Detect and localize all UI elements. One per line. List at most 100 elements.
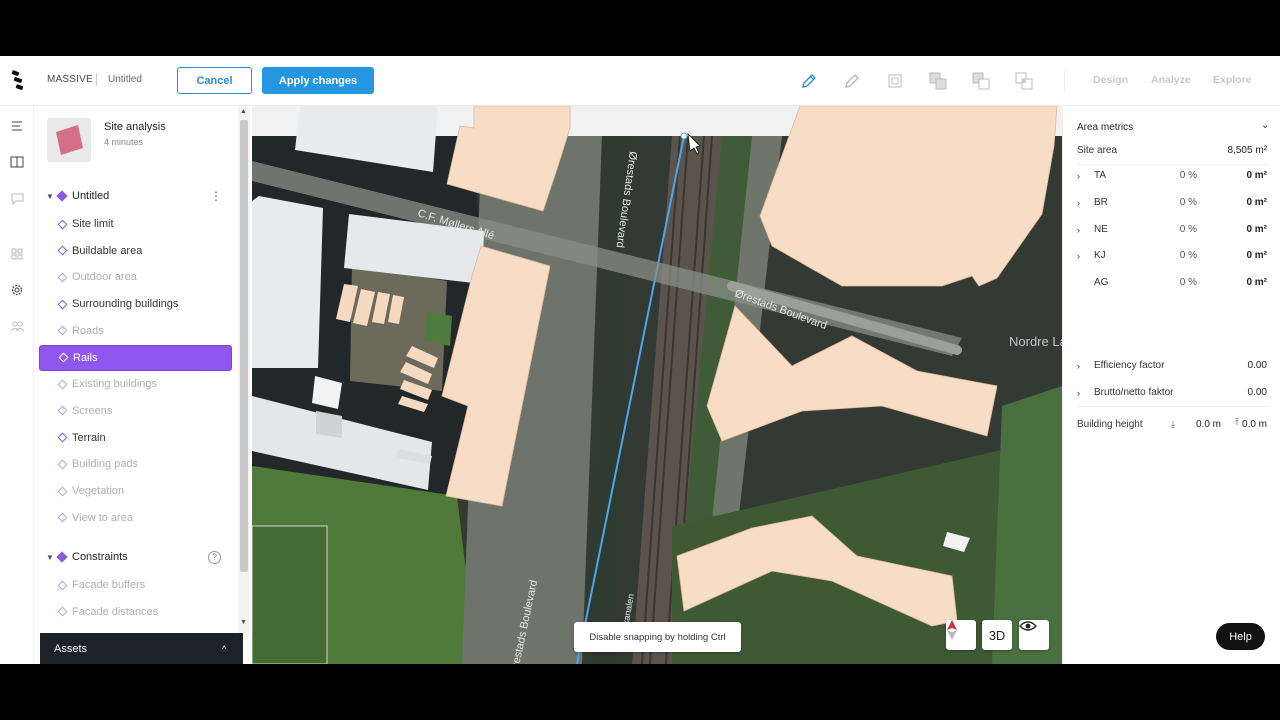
caret-down-icon[interactable]: ▼ — [46, 553, 54, 562]
pencil-icon[interactable] — [798, 70, 820, 92]
massive-logo-icon — [11, 70, 24, 90]
efficiency-label: Efficiency factor — [1094, 360, 1165, 371]
site-area-label: Site area — [1077, 145, 1118, 156]
more-options-icon[interactable]: ⋮ — [210, 189, 222, 203]
chevron-right-icon[interactable]: › — [1077, 388, 1080, 398]
metrics-title[interactable]: Area metrics — [1077, 122, 1133, 133]
layer-panel: Site analysis 4 minutes ▼ Untitled ⋮ Sit… — [34, 106, 238, 664]
metric-label: AG — [1094, 277, 1109, 289]
panel-scrollbar[interactable]: ▲ ▼ — [238, 106, 250, 633]
layer-item-vegetation[interactable]: Vegetation — [39, 478, 232, 504]
layer-label: Building pads — [72, 458, 139, 471]
site-thumbnail[interactable] — [47, 118, 91, 162]
layer-item-surrounding-buildings[interactable]: Surrounding buildings — [39, 291, 232, 317]
metric-value: 0 m² — [1246, 170, 1267, 181]
layer-item-buildable-area[interactable]: Buildable area — [39, 238, 232, 264]
group-constraints[interactable]: ▼ Constraints ? — [34, 544, 238, 570]
brutto-netto-value: 0.00 — [1247, 387, 1267, 398]
view-3d-button[interactable]: 3D — [982, 620, 1012, 650]
chevron-down-icon[interactable]: ⌄ — [1261, 120, 1269, 131]
site-title[interactable]: Site analysis — [104, 121, 166, 133]
chevron-right-icon[interactable]: › — [1077, 171, 1080, 181]
video-letterbox-top — [0, 0, 1280, 56]
group-untitled[interactable]: ▼ Untitled ⋮ — [34, 183, 238, 209]
tab-analyze[interactable]: Analyze — [1151, 74, 1191, 86]
icon-rail — [0, 106, 34, 664]
layer-item-view-to-area[interactable]: View to area — [39, 505, 232, 531]
union-icon[interactable] — [927, 70, 949, 92]
diamond-outline-icon — [57, 299, 68, 310]
chevron-right-icon[interactable]: › — [1077, 225, 1080, 235]
users-icon[interactable] — [9, 318, 25, 334]
diamond-outline-icon — [57, 272, 68, 283]
layer-item-facade-distances[interactable]: Facade distances — [39, 599, 232, 625]
diamond-outline-icon — [57, 486, 68, 496]
metric-percent: 0 % — [1179, 223, 1197, 235]
scroll-down-icon[interactable]: ▼ — [240, 619, 247, 626]
diamond-outline-icon — [57, 606, 68, 617]
map-canvas[interactable]: C.F. Møllers Allé Ørestads Boulevard Øre… — [252, 106, 1062, 664]
layer-item-outdoor-area[interactable]: Outdoor area — [39, 264, 232, 290]
layer-label: Terrain — [72, 431, 106, 444]
tab-design[interactable]: Design — [1093, 74, 1128, 86]
layer-label: View to area — [72, 511, 133, 524]
square-select-icon[interactable] — [884, 70, 906, 92]
scroll-up-icon[interactable]: ▲ — [240, 108, 247, 115]
layer-item-roads[interactable]: Roads — [39, 318, 232, 344]
intersect-icon[interactable] — [1013, 70, 1035, 92]
grid-icon[interactable] — [9, 246, 25, 262]
layer-label: Roads — [72, 324, 104, 337]
arrow-down-icon: ⤓ — [1171, 419, 1175, 429]
caret-down-icon[interactable]: ▼ — [46, 192, 54, 201]
metric-label: NE — [1094, 223, 1108, 235]
layer-label: Surrounding buildings — [72, 298, 179, 311]
layer-item-terrain[interactable]: Terrain — [39, 425, 232, 451]
brutto-netto-label: Brutto/netto faktor — [1094, 387, 1174, 398]
metric-percent: 0 % — [1179, 170, 1197, 181]
menu-icon[interactable] — [9, 118, 25, 134]
layer-label: Site limit — [72, 218, 114, 230]
layer-label: Existing buildings — [72, 378, 157, 391]
caret-up-icon[interactable]: ^ — [222, 644, 226, 654]
layer-item-existing-buildings[interactable]: Existing buildings — [39, 371, 232, 397]
comment-icon[interactable] — [9, 191, 25, 207]
diamond-icon — [56, 551, 68, 563]
diamond-outline-icon — [57, 432, 68, 443]
group-label: Untitled — [72, 190, 110, 202]
efficiency-value: 0.00 — [1247, 360, 1267, 371]
layer-label: Outdoor area — [72, 271, 137, 284]
site-duration: 4 minutes — [104, 137, 144, 147]
layer-item-facade-buffers[interactable]: Facade buffers — [39, 572, 232, 598]
compass-icon[interactable] — [946, 620, 976, 650]
chevron-right-icon[interactable]: › — [1077, 251, 1080, 261]
diamond-icon — [56, 190, 68, 202]
tab-explore[interactable]: Explore — [1213, 74, 1252, 86]
assets-bar[interactable]: Assets ^ — [40, 633, 243, 664]
chevron-right-icon[interactable]: › — [1077, 198, 1080, 208]
apply-changes-button[interactable]: Apply changes — [262, 67, 374, 94]
layer-item-site-limit[interactable]: Site limit — [39, 211, 232, 237]
diamond-outline-icon — [57, 459, 68, 470]
layer-item-screens[interactable]: Screens — [39, 398, 232, 424]
gear-icon[interactable] — [9, 282, 25, 298]
document-name[interactable]: Untitled — [108, 74, 142, 85]
metric-value: 0 m² — [1246, 250, 1267, 262]
metric-value: 0 m² — [1246, 223, 1267, 235]
cancel-button[interactable]: Cancel — [177, 67, 252, 94]
help-circle-icon[interactable]: ? — [208, 550, 221, 564]
diamond-outline-icon — [57, 245, 68, 256]
pen-icon[interactable] — [841, 70, 863, 92]
book-icon[interactable] — [9, 154, 25, 170]
area-metrics-panel: Area metrics ⌄ Site area 8,505 m² › TA 0 %… — [1062, 106, 1280, 664]
layer-item-rails[interactable]: Rails — [39, 344, 232, 371]
chevron-right-icon[interactable]: › — [1077, 361, 1080, 371]
subtract-icon[interactable] — [970, 70, 992, 92]
metric-value: 0 m² — [1246, 277, 1267, 289]
diamond-outline-icon — [57, 219, 68, 229]
metric-label: TA — [1094, 170, 1107, 181]
layer-item-building-pads[interactable]: Building pads — [39, 451, 232, 477]
aerial-map[interactable]: C.F. Møllers Allé Ørestads Boulevard Øre… — [252, 106, 1062, 664]
eye-icon[interactable] — [1019, 620, 1049, 650]
scroll-thumb[interactable] — [240, 120, 248, 572]
help-button[interactable]: Help — [1216, 623, 1265, 650]
